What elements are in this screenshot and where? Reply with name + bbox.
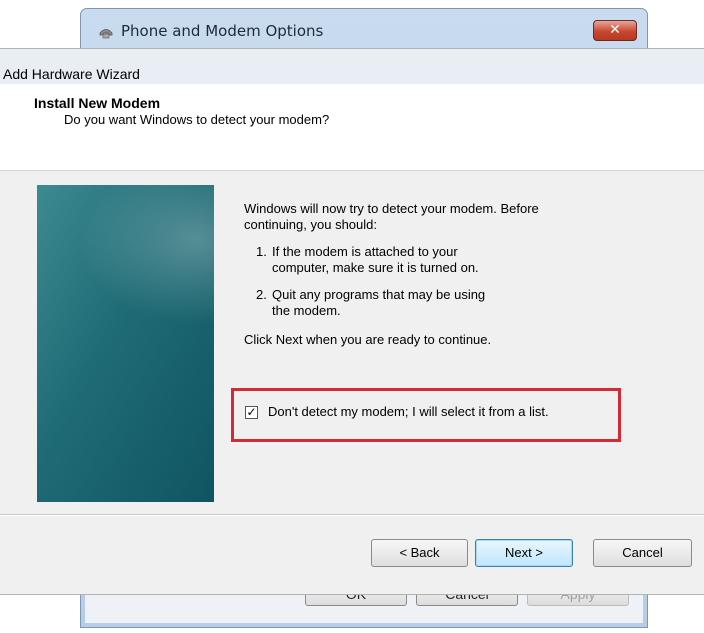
step2-line1: Quit any programs that may be using xyxy=(272,287,486,302)
wizard-title: Add Hardware Wizard xyxy=(3,66,140,82)
dont-detect-label[interactable]: Don't detect my modem; I will select it … xyxy=(268,404,549,419)
checkmark-icon: ✓ xyxy=(246,405,257,419)
back-window-titlebar: Phone and Modem Options xyxy=(97,22,323,40)
header-subtitle: Do you want Windows to detect your modem… xyxy=(64,112,330,127)
back-button[interactable]: < Back xyxy=(371,539,468,567)
step2-number: 2. xyxy=(256,287,267,302)
button-separator xyxy=(0,514,704,516)
wizard-titlebar: Add Hardware Wizard xyxy=(0,49,704,84)
close-button[interactable]: ✕ xyxy=(593,20,637,41)
phone-icon xyxy=(99,29,113,39)
step1-number: 1. xyxy=(256,244,267,259)
intro-text-line1: Windows will now try to detect your mode… xyxy=(244,201,539,216)
wizard-header: Install New Modem Do you want Windows to… xyxy=(0,84,704,171)
step1-line1: If the modem is attached to your xyxy=(272,244,458,259)
cancel-button[interactable]: Cancel xyxy=(593,539,692,567)
add-hardware-wizard-window: Add Hardware Wizard Install New Modem Do… xyxy=(0,48,704,595)
intro-text-line2: continuing, you should: xyxy=(244,217,377,232)
wizard-side-graphic xyxy=(37,185,214,502)
next-button[interactable]: Next > xyxy=(475,539,573,567)
step1-line2: computer, make sure it is turned on. xyxy=(272,260,479,275)
header-title: Install New Modem xyxy=(34,95,161,111)
back-window-title: Phone and Modem Options xyxy=(121,22,324,40)
dont-detect-checkbox[interactable]: ✓ xyxy=(245,406,258,419)
step2-line2: the modem. xyxy=(272,303,341,318)
close-icon: ✕ xyxy=(609,22,621,38)
next-hint-text: Click Next when you are ready to continu… xyxy=(244,332,492,347)
